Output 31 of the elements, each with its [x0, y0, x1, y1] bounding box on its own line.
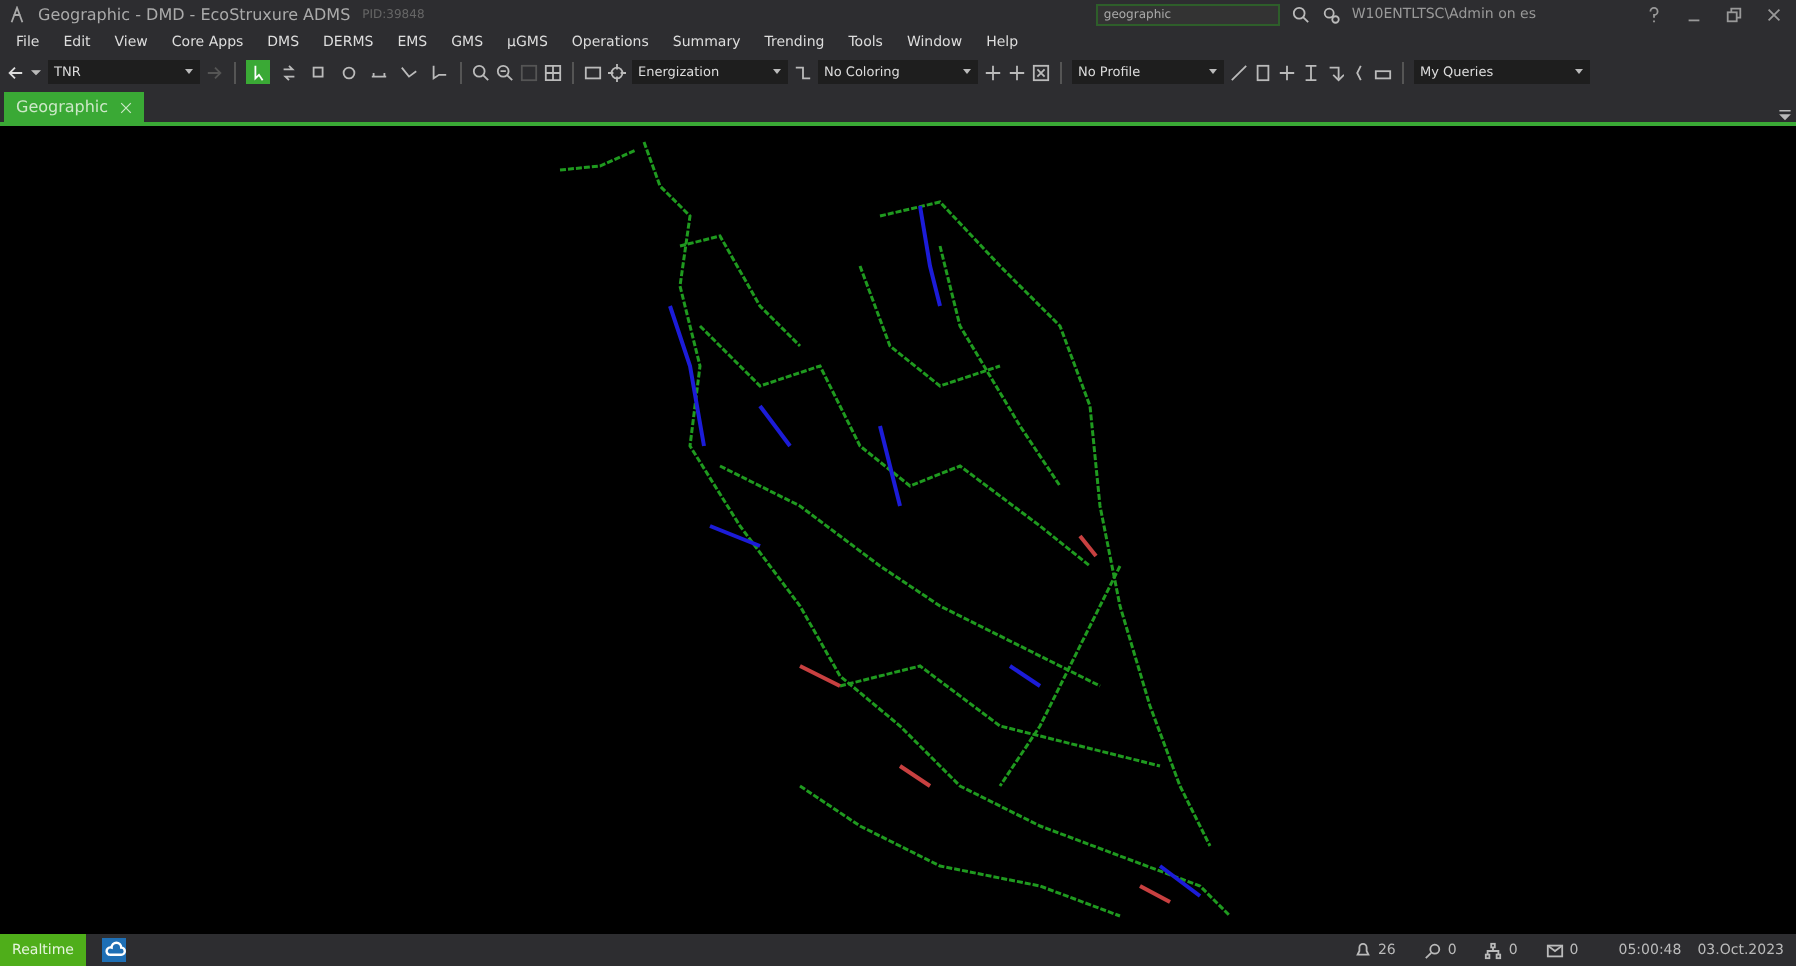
- clear-icon: [520, 63, 538, 81]
- caret-icon: [184, 68, 194, 76]
- connector-icon: [794, 63, 812, 81]
- caret-icon: [772, 68, 782, 76]
- arrow-down-icon: [1326, 63, 1344, 81]
- caret-icon: [1574, 68, 1584, 76]
- window-title: Geographic - DMD - EcoStruxure ADMS: [38, 5, 351, 23]
- tool-icon: [279, 63, 297, 81]
- forward-arrow-icon: [206, 63, 224, 81]
- align-icon: [1302, 63, 1320, 81]
- overflow-icon: [1778, 108, 1792, 122]
- zoom-in-icon: [472, 63, 490, 81]
- plus-icon: [1008, 63, 1026, 81]
- bell-icon: [1353, 941, 1372, 959]
- tool-icon: [249, 63, 267, 81]
- caret-icon: [962, 68, 972, 76]
- network-icon: [1484, 941, 1503, 959]
- frame-icon: [584, 63, 602, 81]
- caret-icon: [30, 66, 42, 78]
- envelope-icon: [1545, 941, 1564, 959]
- cloud-icon: [102, 938, 126, 962]
- cancel-icon: [1032, 63, 1050, 81]
- document-icon: [1254, 63, 1272, 81]
- crosshair-icon: [608, 63, 626, 81]
- caret-icon: [1208, 68, 1218, 76]
- search-icon: [1291, 5, 1310, 23]
- plus-icon: [984, 63, 1002, 81]
- close-icon: [120, 101, 133, 113]
- zoom-out-icon: [496, 63, 514, 81]
- back-arrow-icon: [6, 63, 24, 81]
- grid-icon: [544, 63, 562, 81]
